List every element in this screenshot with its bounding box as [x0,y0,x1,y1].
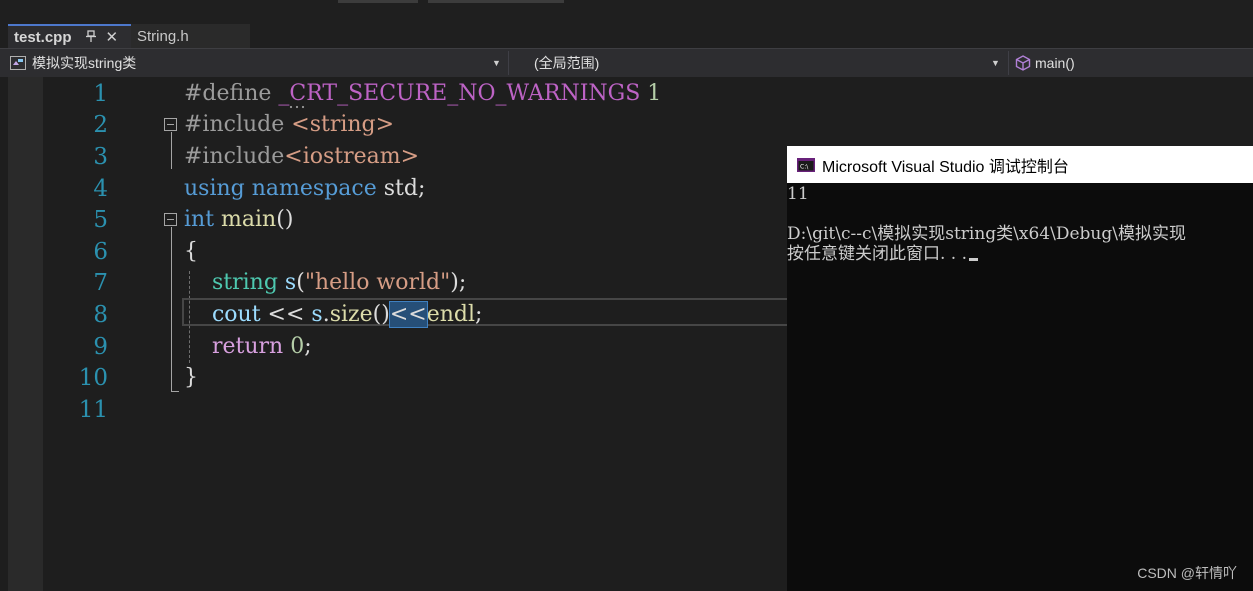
token: s [311,302,323,327]
token: s [277,270,297,295]
line-number: 6 [93,239,108,265]
console-app-icon: C:\ [797,157,815,172]
token: ( [296,270,305,295]
code-text: int main() [184,204,293,236]
toolbar-mark [338,0,418,3]
token: string [211,270,278,295]
toolbar-strip [0,0,1253,22]
code-line-2[interactable]: 2 #include <string> [0,109,1253,141]
line-number: 7 [93,270,108,296]
token: <string> [291,112,395,137]
token: #define [184,81,279,106]
navigation-bar: 模拟实现string类 ▼ (全局范围) ▼ main() [0,48,1253,77]
console-prompt: 按任意键关闭此窗口. . . [787,244,968,264]
code-text: using namespace std; [184,173,425,205]
chevron-down-icon[interactable]: ▼ [492,58,501,68]
token: ; [304,334,312,359]
pin-icon[interactable] [85,29,96,45]
token: ); [450,270,467,295]
tab-test-cpp[interactable]: test.cpp ✕ [8,24,131,48]
token: int [184,207,215,232]
token: #include [184,112,292,137]
token: return [211,334,284,359]
token: cout [211,302,261,327]
code-text: cout << s.size()<<endl; [184,299,482,331]
code-text: string s("hello world"); [184,267,466,299]
tab-string-h[interactable]: String.h [131,24,250,48]
toolbar-mark [428,0,564,3]
line-number: 10 [78,365,108,391]
token: #include [184,144,285,169]
token: main [214,207,277,232]
member-name: main() [1035,55,1075,71]
watermark: CSDN @轩情吖 [1137,565,1237,581]
console-line: 按任意键关闭此窗口. . . [787,244,979,264]
divider [508,51,509,75]
tab-label: test.cpp [14,28,72,46]
project-name: 模拟实现string类 [32,55,137,71]
token: } [184,365,198,390]
chevron-down-icon[interactable]: ▼ [991,58,1000,68]
token: _CRT_SECURE_NO_WARNINGS [278,81,641,106]
token: () [276,207,294,232]
token: namespace [244,176,377,201]
svg-text:C:\: C:\ [800,163,809,170]
tab-label: String.h [137,27,189,45]
console-output[interactable]: 11 D:\git\c--c\模拟实现string类\x64\Debug\模拟实… [787,183,1253,591]
line-number: 3 [93,144,108,170]
code-text: #define _CRT_SECURE_NO_WARNINGS 1 [184,78,661,110]
token: 1 [640,81,662,106]
line-number: 9 [93,334,108,360]
close-icon[interactable]: ✕ [106,28,119,46]
token-highlighted: << [388,301,428,328]
token: size [329,302,373,327]
token: 0 [283,334,305,359]
code-line-1[interactable]: 1 #define _CRT_SECURE_NO_WARNINGS 1 [0,78,1253,110]
member-dropdown[interactable]: main() [1012,52,1253,74]
console-title-bar[interactable]: C:\ Microsoft Visual Studio 调试控制台 [787,146,1253,183]
visual-studio-window: test.cpp ✕ String.h 模拟实现string类 ▼ (全局范围)… [0,0,1253,591]
line-number: 11 [78,397,108,423]
console-line: 11 [787,184,809,204]
line-number: 4 [93,176,108,202]
code-text: #include<iostream> [184,141,419,173]
line-number: 2 [93,112,108,138]
token: endl [426,302,476,327]
line-number: 5 [93,207,108,233]
document-tab-bar: test.cpp ✕ String.h [0,22,1253,48]
token: using [184,176,245,201]
method-cube-icon [1015,55,1031,71]
code-text: } [184,362,198,394]
text-cursor [969,258,979,261]
token: <iostream> [284,144,420,169]
scope-name: (全局范围) [534,55,600,71]
scope-dropdown[interactable]: (全局范围) ▼ [512,52,1006,74]
token: { [184,239,198,264]
project-dropdown[interactable]: 模拟实现string类 ▼ [10,52,506,74]
console-title: Microsoft Visual Studio 调试控制台 [822,158,1069,176]
token: . [322,302,330,327]
token: << [260,302,312,327]
line-number: 1 [93,81,108,107]
code-text: #include <string> [184,109,394,141]
class-icon [10,56,26,70]
line-number: 8 [93,302,108,328]
token: ; [475,302,483,327]
divider [1008,51,1009,75]
code-text: return 0; [184,331,312,363]
token: "hello world" [304,270,451,295]
console-line: D:\git\c--c\模拟实现string类\x64\Debug\模拟实现 [787,224,1186,244]
code-text: { [184,236,198,268]
token: () [372,302,390,327]
token: std; [376,176,426,201]
debug-console-window[interactable]: C:\ Microsoft Visual Studio 调试控制台 11 D:\… [787,146,1253,591]
